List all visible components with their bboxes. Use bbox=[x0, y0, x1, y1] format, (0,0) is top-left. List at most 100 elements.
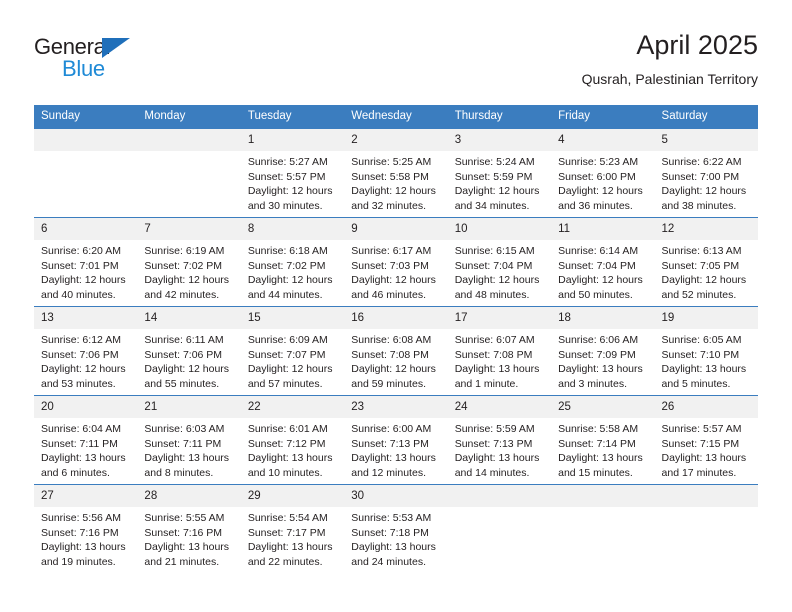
daylight-text-line2: and 32 minutes. bbox=[351, 199, 426, 212]
sunset-text: Sunset: 7:02 PM bbox=[247, 259, 326, 272]
page-title: April 2025 bbox=[636, 30, 758, 60]
daylight-text-line2: and 42 minutes. bbox=[144, 288, 220, 301]
calendar-day-cell[interactable]: 11 Sunrise: 6:14 AM Sunset: 7:04 PM Dayligh… bbox=[551, 217, 655, 307]
calendar-day-cell[interactable]: 14 Sunrise: 6:11 AM Sunset: 7:06 PM Dayligh… bbox=[137, 306, 241, 396]
day-details: Sunrise: 5:24 AM Sunset: 5:59 PM Daylight:… bbox=[448, 151, 551, 213]
daylight-text-line2: and 3 minutes. bbox=[558, 377, 627, 390]
sunrise-text: Sunrise: 6:01 AM bbox=[247, 423, 328, 435]
calendar-day-cell[interactable]: 10 Sunrise: 6:15 AM Sunset: 7:04 PM Dayligh… bbox=[447, 217, 552, 307]
daylight-text-line1: Daylight: 12 hours bbox=[41, 274, 126, 287]
sunset-text: Sunset: 7:12 PM bbox=[247, 437, 326, 450]
day-details: Sunrise: 6:06 AM Sunset: 7:09 PM Daylight:… bbox=[551, 329, 654, 391]
weekday-header-friday: Friday bbox=[551, 105, 655, 129]
calendar-body: 1 Sunrise: 5:27 AM Sunset: 5:57 PM Daylight… bbox=[34, 128, 758, 574]
calendar-day-cell[interactable]: 9 Sunrise: 6:17 AM Sunset: 7:03 PM Daylight… bbox=[344, 217, 448, 307]
day-number bbox=[654, 485, 758, 507]
calendar-day-cell[interactable]: 1 Sunrise: 5:27 AM Sunset: 5:57 PM Daylight… bbox=[240, 128, 345, 218]
daylight-text-line2: and 6 minutes. bbox=[41, 466, 110, 479]
title-block: April 2025 Qusrah, Palestinian Territory bbox=[582, 28, 758, 90]
day-number: 3 bbox=[447, 129, 552, 151]
sunset-text: Sunset: 7:11 PM bbox=[144, 437, 222, 450]
calendar-day-cell[interactable]: 3 Sunrise: 5:24 AM Sunset: 5:59 PM Daylight… bbox=[447, 128, 552, 218]
calendar-day-cell[interactable]: 4 Sunrise: 5:23 AM Sunset: 6:00 PM Daylight… bbox=[551, 128, 655, 218]
calendar-day-cell[interactable]: 13 Sunrise: 6:12 AM Sunset: 7:06 PM Dayligh… bbox=[34, 306, 138, 396]
calendar-day-cell[interactable]: 26 Sunrise: 5:57 AM Sunset: 7:15 PM Dayligh… bbox=[654, 395, 758, 485]
calendar-empty-cell bbox=[34, 128, 138, 218]
day-details: Sunrise: 6:05 AM Sunset: 7:10 PM Daylight:… bbox=[655, 329, 758, 391]
calendar-day-cell[interactable]: 15 Sunrise: 6:09 AM Sunset: 7:07 PM Dayligh… bbox=[240, 306, 345, 396]
sunset-text: Sunset: 5:57 PM bbox=[247, 170, 326, 183]
daylight-text-line2: and 15 minutes. bbox=[558, 466, 633, 479]
sunset-text: Sunset: 7:00 PM bbox=[661, 170, 740, 183]
sunrise-text: Sunrise: 6:18 AM bbox=[247, 245, 328, 257]
calendar-day-cell[interactable]: 16 Sunrise: 6:08 AM Sunset: 7:08 PM Dayligh… bbox=[344, 306, 448, 396]
daylight-text-line2: and 22 minutes. bbox=[247, 555, 323, 568]
sunrise-text: Sunrise: 6:17 AM bbox=[351, 245, 432, 257]
daylight-text-line2: and 46 minutes. bbox=[351, 288, 426, 301]
daylight-text-line1: Daylight: 13 hours bbox=[351, 452, 436, 465]
calendar-day-cell[interactable]: 8 Sunrise: 6:18 AM Sunset: 7:02 PM Daylight… bbox=[240, 217, 345, 307]
weekday-header-thursday: Thursday bbox=[447, 105, 552, 129]
sunrise-text: Sunrise: 6:05 AM bbox=[661, 334, 742, 346]
sunset-text: Sunset: 5:58 PM bbox=[351, 170, 429, 183]
sunrise-text: Sunrise: 6:03 AM bbox=[144, 423, 225, 435]
calendar-day-cell[interactable]: 2 Sunrise: 5:25 AM Sunset: 5:58 PM Daylight… bbox=[344, 128, 448, 218]
sunset-text: Sunset: 7:06 PM bbox=[41, 348, 119, 361]
daylight-text-line2: and 44 minutes. bbox=[247, 288, 323, 301]
calendar-day-cell[interactable]: 17 Sunrise: 6:07 AM Sunset: 7:08 PM Dayligh… bbox=[447, 306, 552, 396]
day-details: Sunrise: 5:27 AM Sunset: 5:57 PM Daylight:… bbox=[241, 151, 344, 213]
daylight-text-line1: Daylight: 12 hours bbox=[454, 185, 540, 198]
sunset-text: Sunset: 7:09 PM bbox=[558, 348, 636, 361]
page-header: General Blue April 2025 Qusrah, Palestin… bbox=[34, 28, 758, 98]
day-details: Sunrise: 6:15 AM Sunset: 7:04 PM Daylight:… bbox=[448, 240, 551, 302]
calendar-day-cell[interactable]: 5 Sunrise: 6:22 AM Sunset: 7:00 PM Daylight… bbox=[654, 128, 758, 218]
day-details: Sunrise: 6:04 AM Sunset: 7:11 PM Daylight:… bbox=[34, 418, 137, 480]
day-number: 19 bbox=[654, 307, 758, 329]
sunrise-text: Sunrise: 6:22 AM bbox=[661, 156, 742, 168]
month-calendar-table: Sunday Monday Tuesday Wednesday Thursday… bbox=[34, 105, 758, 574]
sunset-text: Sunset: 7:13 PM bbox=[351, 437, 429, 450]
day-number bbox=[551, 485, 655, 507]
daylight-text-line1: Daylight: 12 hours bbox=[351, 363, 436, 376]
day-number: 9 bbox=[344, 218, 448, 240]
calendar-day-cell[interactable]: 21 Sunrise: 6:03 AM Sunset: 7:11 PM Dayligh… bbox=[137, 395, 241, 485]
day-number: 25 bbox=[551, 396, 655, 418]
calendar-day-cell[interactable]: 24 Sunrise: 5:59 AM Sunset: 7:13 PM Dayligh… bbox=[447, 395, 552, 485]
daylight-text-line1: Daylight: 13 hours bbox=[351, 541, 436, 554]
location-subtitle: Qusrah, Palestinian Territory bbox=[581, 71, 758, 87]
day-details: Sunrise: 5:53 AM Sunset: 7:18 PM Daylight:… bbox=[344, 507, 447, 569]
calendar-day-cell[interactable]: 28 Sunrise: 5:55 AM Sunset: 7:16 PM Dayligh… bbox=[137, 484, 241, 574]
day-details: Sunrise: 6:19 AM Sunset: 7:02 PM Daylight:… bbox=[137, 240, 240, 302]
day-details: Sunrise: 6:08 AM Sunset: 7:08 PM Daylight:… bbox=[344, 329, 447, 391]
sunrise-text: Sunrise: 5:25 AM bbox=[351, 156, 432, 168]
calendar-day-cell[interactable]: 22 Sunrise: 6:01 AM Sunset: 7:12 PM Dayligh… bbox=[240, 395, 345, 485]
day-details: Sunrise: 5:25 AM Sunset: 5:58 PM Daylight:… bbox=[344, 151, 447, 213]
day-number: 22 bbox=[240, 396, 345, 418]
weekday-header-row: Sunday Monday Tuesday Wednesday Thursday… bbox=[34, 105, 758, 129]
sunset-text: Sunset: 7:10 PM bbox=[661, 348, 740, 361]
day-number bbox=[34, 129, 138, 151]
daylight-text-line1: Daylight: 12 hours bbox=[351, 274, 436, 287]
sunrise-text: Sunrise: 6:08 AM bbox=[351, 334, 432, 346]
daylight-text-line2: and 30 minutes. bbox=[247, 199, 323, 212]
daylight-text-line1: Daylight: 13 hours bbox=[661, 452, 747, 465]
calendar-day-cell[interactable]: 27 Sunrise: 5:56 AM Sunset: 7:16 PM Dayligh… bbox=[34, 484, 138, 574]
calendar-day-cell[interactable]: 19 Sunrise: 6:05 AM Sunset: 7:10 PM Dayligh… bbox=[654, 306, 758, 396]
day-number: 1 bbox=[240, 129, 345, 151]
calendar-day-cell[interactable]: 29 Sunrise: 5:54 AM Sunset: 7:17 PM Dayligh… bbox=[240, 484, 345, 574]
calendar-day-cell[interactable]: 6 Sunrise: 6:20 AM Sunset: 7:01 PM Daylight… bbox=[34, 217, 138, 307]
calendar-day-cell[interactable]: 30 Sunrise: 5:53 AM Sunset: 7:18 PM Dayligh… bbox=[344, 484, 448, 574]
calendar-day-cell[interactable]: 25 Sunrise: 5:58 AM Sunset: 7:14 PM Dayligh… bbox=[551, 395, 655, 485]
daylight-text-line2: and 24 minutes. bbox=[351, 555, 426, 568]
calendar-day-cell[interactable]: 12 Sunrise: 6:13 AM Sunset: 7:05 PM Dayligh… bbox=[654, 217, 758, 307]
weekday-header-saturday: Saturday bbox=[654, 105, 758, 129]
calendar-day-cell[interactable]: 20 Sunrise: 6:04 AM Sunset: 7:11 PM Dayligh… bbox=[34, 395, 138, 485]
sunset-text: Sunset: 5:59 PM bbox=[454, 170, 533, 183]
calendar-day-cell[interactable]: 18 Sunrise: 6:06 AM Sunset: 7:09 PM Dayligh… bbox=[551, 306, 655, 396]
logo-triangle-icon bbox=[102, 38, 130, 58]
day-number: 6 bbox=[34, 218, 138, 240]
daylight-text-line1: Daylight: 12 hours bbox=[454, 274, 540, 287]
calendar-day-cell[interactable]: 7 Sunrise: 6:19 AM Sunset: 7:02 PM Daylight… bbox=[137, 217, 241, 307]
day-details: Sunrise: 6:01 AM Sunset: 7:12 PM Daylight:… bbox=[241, 418, 344, 480]
calendar-day-cell[interactable]: 23 Sunrise: 6:00 AM Sunset: 7:13 PM Dayligh… bbox=[344, 395, 448, 485]
